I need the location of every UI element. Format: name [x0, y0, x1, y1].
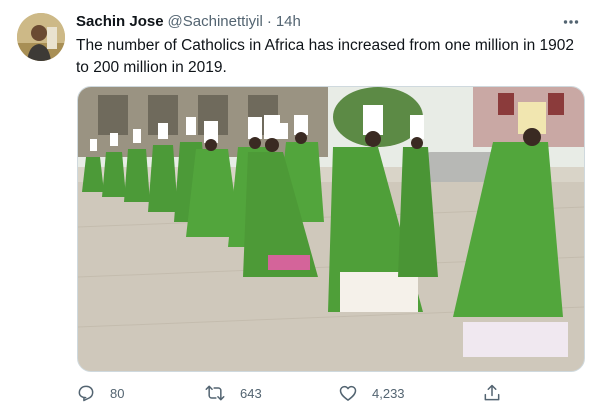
reply-icon: [78, 385, 94, 402]
retweet-count: 643: [240, 385, 262, 401]
like-button[interactable]: 4,233: [338, 381, 405, 405]
reply-button[interactable]: 80: [76, 381, 124, 405]
header-separator: ·: [266, 13, 272, 30]
retweet-button[interactable]: 643: [204, 381, 262, 405]
share-button[interactable]: [482, 381, 502, 405]
more-icon: [563, 20, 579, 24]
tweet-card[interactable]: Sachin Jose @Sachinettiyil · 14h The num…: [0, 0, 598, 415]
tweet-text: The number of Catholics in Africa has in…: [76, 37, 574, 76]
heart-icon: [339, 385, 357, 401]
reply-count: 80: [110, 385, 125, 401]
retweet-icon: [205, 385, 225, 401]
tweet-timestamp[interactable]: 14h: [276, 12, 301, 32]
author-handle[interactable]: @Sachinettiyil: [168, 12, 263, 32]
tweet-media-photo[interactable]: [77, 86, 585, 372]
more-options-button[interactable]: [560, 11, 582, 33]
photo-procession-icon: [78, 87, 584, 371]
share-icon: [484, 384, 500, 401]
author-avatar[interactable]: [17, 13, 65, 61]
author-display-name[interactable]: Sachin Jose: [76, 12, 164, 32]
tweet-actions-bar: 80 643 4,233: [76, 381, 516, 405]
like-count: 4,233: [372, 385, 405, 401]
tweet-header: Sachin Jose @Sachinettiyil · 14h: [76, 11, 582, 33]
user-avatar-icon: [17, 13, 65, 61]
